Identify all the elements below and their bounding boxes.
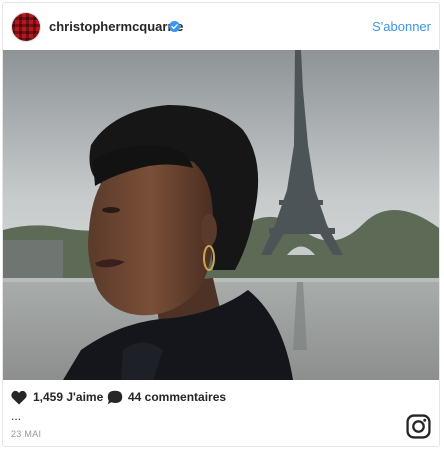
post-photo-image xyxy=(3,50,439,380)
comments-count[interactable]: 44 commentaires xyxy=(128,390,226,404)
username-link[interactable]: christophermcquarrie xyxy=(49,19,183,34)
speech-bubble-icon[interactable] xyxy=(107,390,123,405)
post-header: christophermcquarrie S'abonner xyxy=(3,3,439,51)
post-date: 23 MAI xyxy=(11,429,42,439)
instagram-logo-icon[interactable] xyxy=(406,414,431,439)
instagram-embed-card: christophermcquarrie S'abonner 1,459 J'a… xyxy=(2,2,440,447)
heart-icon[interactable] xyxy=(11,390,27,405)
verified-badge-icon xyxy=(169,21,180,32)
likes-count[interactable]: 1,459 J'aime xyxy=(33,390,103,404)
more-caption[interactable]: ... xyxy=(11,409,21,423)
post-photo[interactable] xyxy=(3,50,439,380)
follow-button[interactable]: S'abonner xyxy=(372,19,431,34)
post-actions: 1,459 J'aime 44 commentaires xyxy=(11,389,311,407)
avatar[interactable] xyxy=(12,13,40,41)
